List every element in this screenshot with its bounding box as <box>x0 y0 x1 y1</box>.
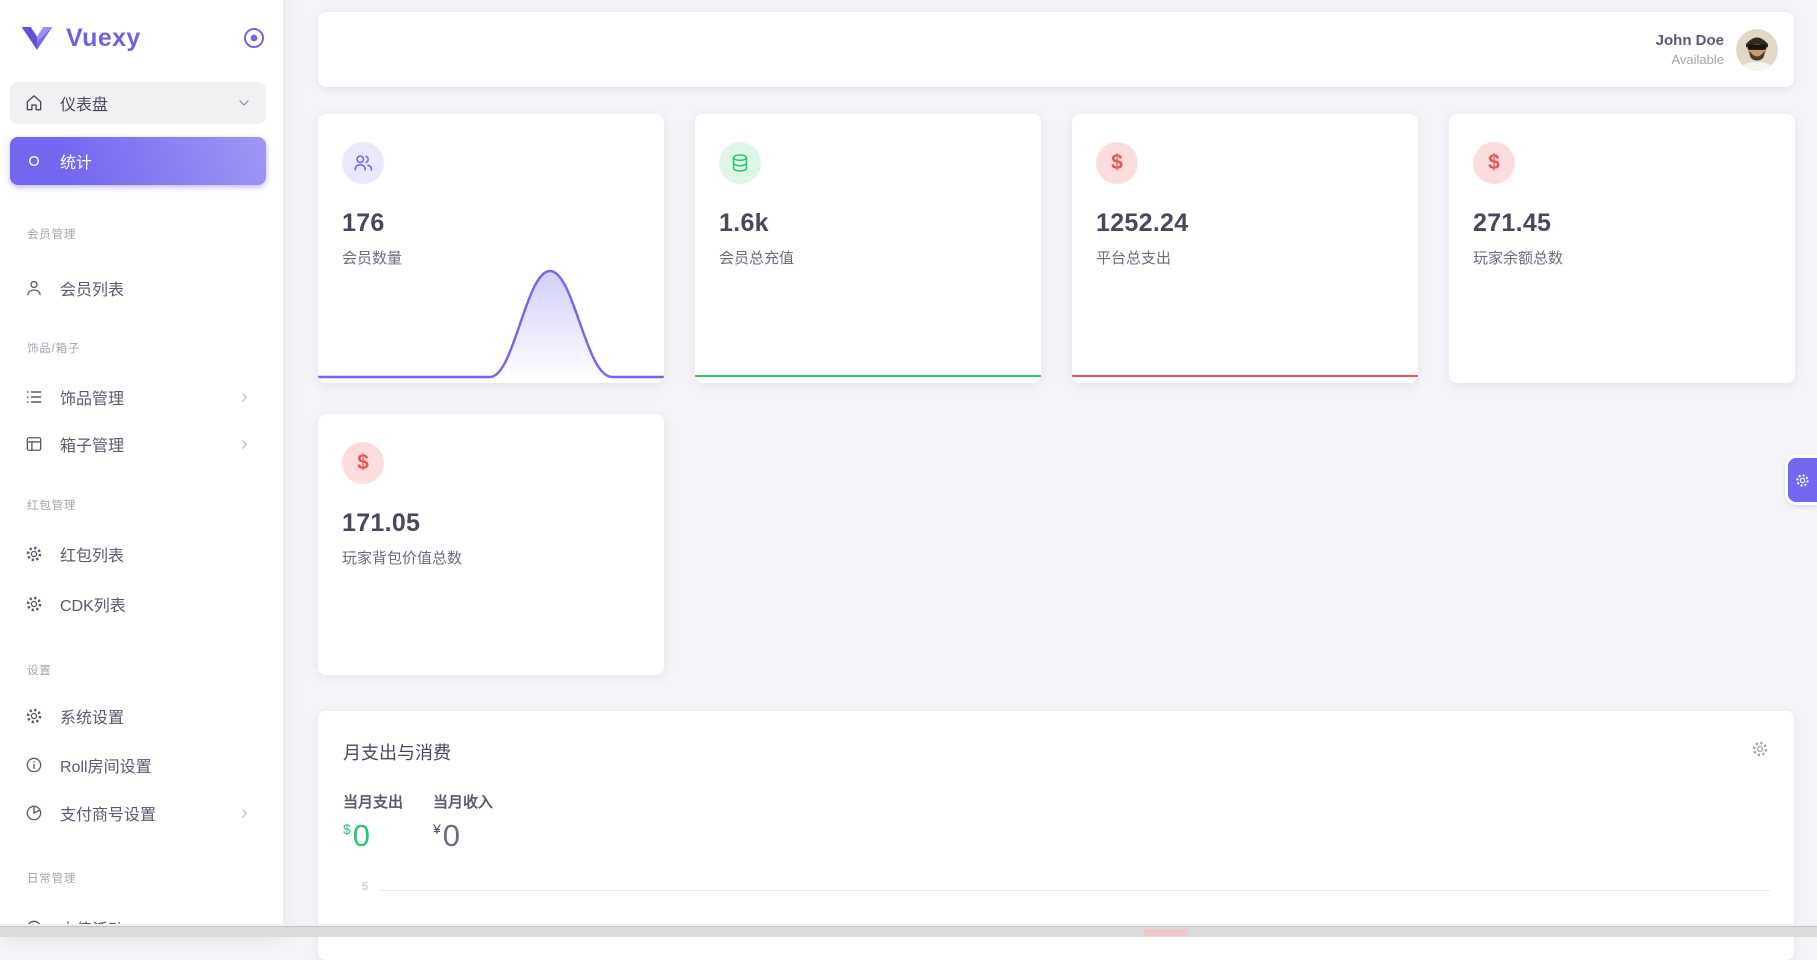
gear-icon <box>24 594 44 614</box>
vuexy-logo-icon <box>20 25 54 51</box>
user-menu[interactable]: John Doe Available <box>1656 32 1724 67</box>
sidebar-item-label: 仪表盘 <box>60 91 108 115</box>
user-name: John Doe <box>1656 32 1724 49</box>
stat-card-platform-expense: $ 1252.24 平台总支出 <box>1072 114 1418 383</box>
stat-label: 平台总支出 <box>1096 247 1394 268</box>
gear-icon <box>24 706 44 726</box>
sidebar-item-roll-room-settings[interactable]: Roll房间设置 <box>10 743 266 787</box>
brand-name: Vuexy <box>66 24 141 53</box>
sidebar: Vuexy 仪表盘 统计 会员管理 会员列表 <box>0 0 283 937</box>
sidebar-item-system-settings[interactable]: 系统设置 <box>10 694 266 738</box>
sidebar-heading-daily: 日常管理 <box>27 870 76 886</box>
dollar-icon: $ <box>1096 142 1138 184</box>
sidebar-item-label: 箱子管理 <box>60 432 124 456</box>
logo-row: Vuexy <box>20 18 265 58</box>
sidebar-heading-settings: 设置 <box>27 662 52 678</box>
sidebar-heading-items-boxes: 饰品/箱子 <box>27 340 80 356</box>
stat-label: 玩家余额总数 <box>1473 247 1771 268</box>
chart-settings-gear-icon[interactable] <box>1750 739 1770 759</box>
sidebar-item-label: 统计 <box>60 149 92 173</box>
sidebar-item-label: 红包列表 <box>60 542 124 566</box>
chevron-right-icon <box>237 806 252 821</box>
gear-icon <box>1794 472 1811 489</box>
sidebar-item-label: 会员列表 <box>60 276 124 300</box>
yuan-currency: ¥ <box>433 821 441 837</box>
sidebar-item-label: 支付商号设置 <box>60 801 156 825</box>
sidebar-item-ornament-management[interactable]: 饰品管理 <box>10 375 266 419</box>
gear-icon <box>24 544 44 564</box>
stat-card-backpack-value: $ 171.05 玩家背包价值总数 <box>318 414 664 675</box>
chart-title: 月支出与消费 <box>343 739 451 765</box>
series-label-expense: 当月支出 <box>343 791 407 812</box>
sidebar-item-label: CDK列表 <box>60 592 126 616</box>
home-icon <box>24 93 44 113</box>
sidebar-item-label: 饰品管理 <box>60 385 124 409</box>
stat-card-player-balance: $ 271.45 玩家余额总数 <box>1449 114 1795 383</box>
vuexy-admin-dashboard: { "colors": { "accent": "#7367f0", "gree… <box>0 0 1817 937</box>
user-status: Available <box>1656 52 1724 67</box>
horizontal-scrollbar[interactable] <box>0 926 1817 937</box>
scrollbar-fragment <box>1144 929 1188 936</box>
flat-sparkline-red <box>1072 375 1418 377</box>
income-value: ¥ 0 <box>433 818 497 854</box>
y-axis-tick: 5 <box>354 881 368 893</box>
menu-pin-toggle-icon[interactable] <box>243 27 265 49</box>
sidebar-item-label: Roll房间设置 <box>60 753 152 777</box>
chevron-right-icon <box>237 437 252 452</box>
stat-card-members: 176 会员数量 <box>318 114 664 383</box>
theme-customizer-button[interactable] <box>1788 458 1817 502</box>
sidebar-item-payment-merchant-settings[interactable]: 支付商号设置 <box>10 791 266 835</box>
chevron-right-icon <box>237 390 252 405</box>
sidebar-item-label: 系统设置 <box>60 704 124 728</box>
stat-label: 玩家背包价值总数 <box>342 547 640 568</box>
chevron-down-icon <box>236 95 252 111</box>
stat-value: 1252.24 <box>1096 209 1394 238</box>
dollar-currency: $ <box>343 821 351 837</box>
topbar: John Doe Available <box>318 12 1794 87</box>
avatar[interactable] <box>1736 29 1778 71</box>
info-icon <box>24 755 44 775</box>
sidebar-heading-members: 会员管理 <box>27 226 76 242</box>
stat-value: 271.45 <box>1473 209 1771 238</box>
stat-label: 会员总充值 <box>719 247 1017 268</box>
sidebar-heading-redpacket: 红包管理 <box>27 497 76 513</box>
sidebar-item-dashboard[interactable]: 仪表盘 <box>10 82 266 124</box>
stat-value: 176 <box>342 209 640 238</box>
dollar-icon: $ <box>1473 142 1515 184</box>
expense-value: $ 0 <box>343 818 407 854</box>
layout-icon <box>24 434 44 454</box>
stat-value: 1.6k <box>719 209 1017 238</box>
stat-card-total-recharge: 1.6k 会员总充值 <box>695 114 1041 383</box>
database-icon <box>719 142 761 184</box>
dollar-icon: $ <box>342 442 384 484</box>
sidebar-item-box-management[interactable]: 箱子管理 <box>10 422 266 466</box>
list-icon <box>24 387 44 407</box>
sidebar-item-member-list[interactable]: 会员列表 <box>10 266 266 310</box>
sidebar-item-redpacket-list[interactable]: 红包列表 <box>10 532 266 576</box>
sidebar-item-cdk-list[interactable]: CDK列表 <box>10 582 266 626</box>
pie-chart-icon <box>24 803 44 823</box>
flat-sparkline-green <box>695 375 1041 377</box>
circle-icon <box>24 151 44 171</box>
monthly-expense-chart-card: 月支出与消费 当月支出 当月收入 $ 0 ¥ 0 5 <box>318 711 1794 960</box>
sidebar-item-statistics[interactable]: 统计 <box>10 137 266 185</box>
users-icon <box>342 142 384 184</box>
user-icon <box>24 278 44 298</box>
stat-value: 171.05 <box>342 509 640 538</box>
members-sparkline-chart <box>318 263 664 383</box>
series-label-income: 当月收入 <box>433 791 497 812</box>
chart-gridline <box>380 890 1770 891</box>
